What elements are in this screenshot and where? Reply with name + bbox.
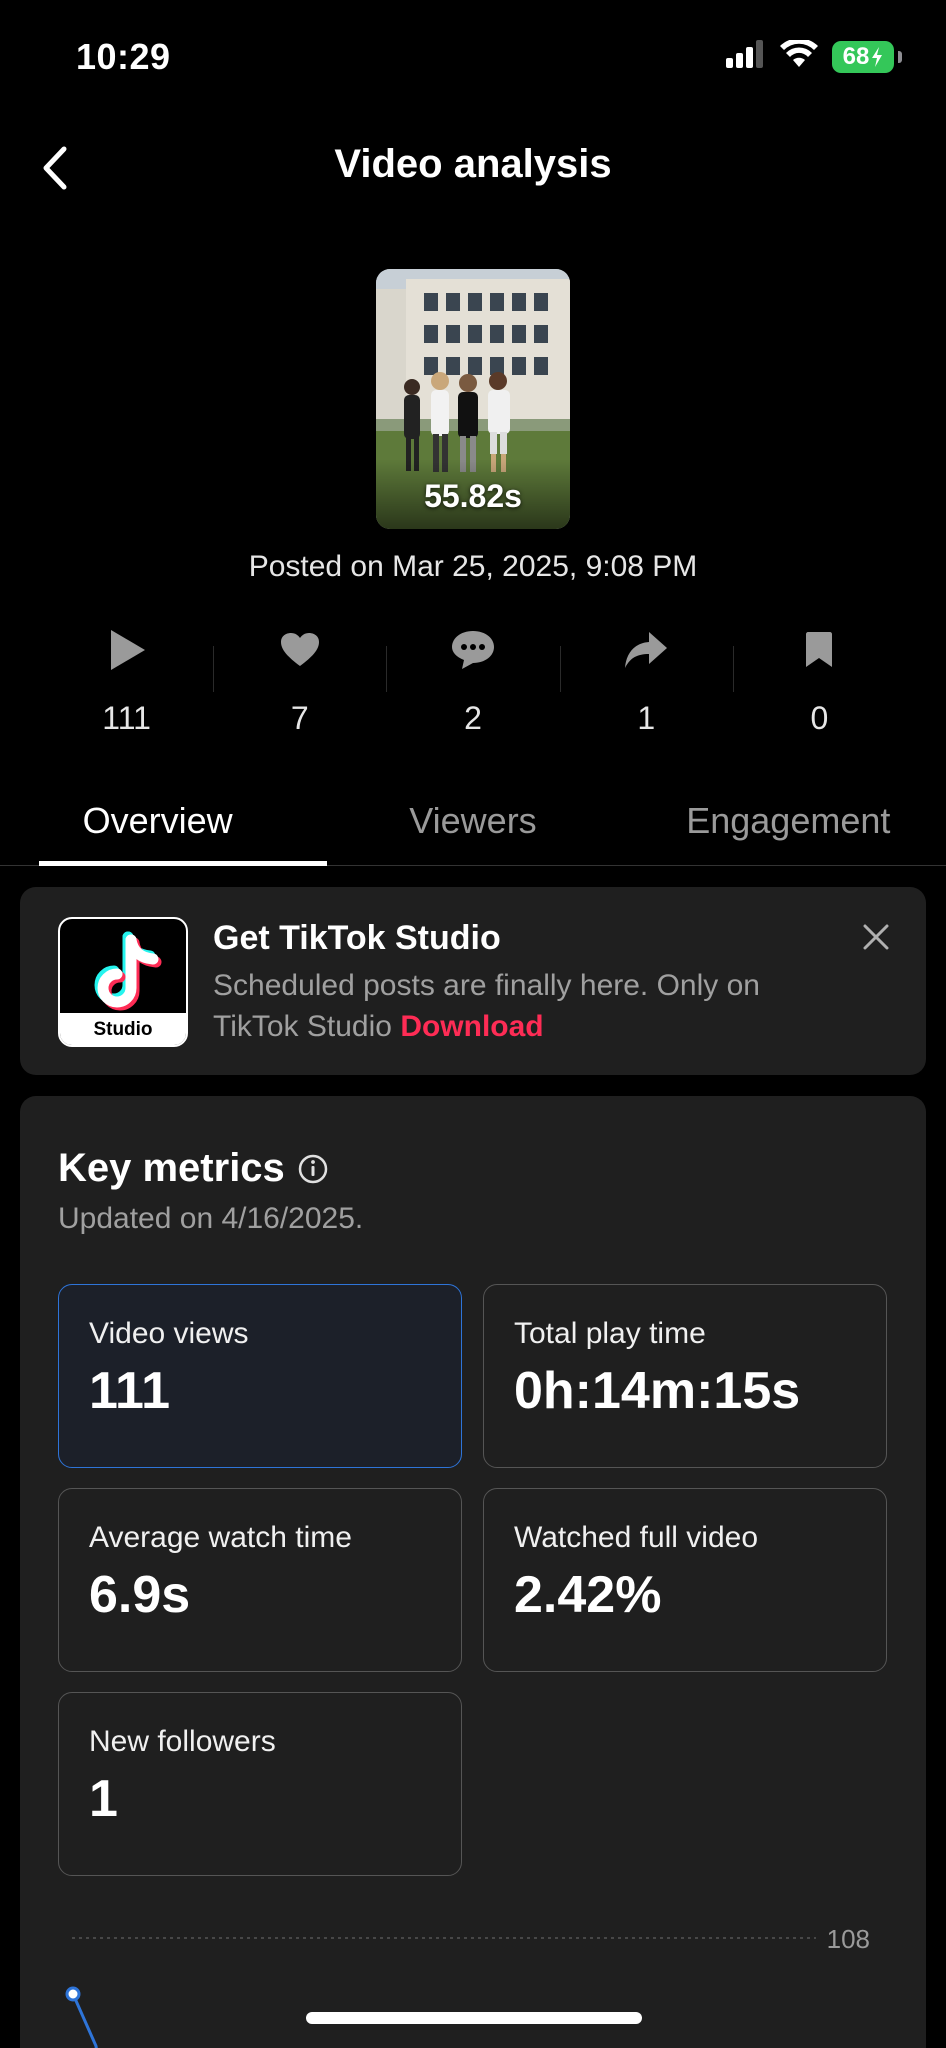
tiktok-studio-logo-label: Studio: [60, 1013, 186, 1045]
stat-views-value: 111: [102, 700, 151, 736]
metric-label: Watched full video: [514, 1521, 759, 1554]
stat-shares: 1: [559, 620, 733, 740]
views-chart: [65, 1937, 816, 2048]
promo-title: Get TikTok Studio: [213, 919, 501, 957]
play-icon: [107, 620, 147, 680]
metric-new-followers[interactable]: New followers 1: [58, 1692, 462, 1876]
engagement-stats: 111 7 2 1 0: [40, 620, 906, 740]
analysis-tabs: Overview Viewers Engagement: [0, 790, 946, 866]
stat-likes-value: 7: [290, 700, 309, 736]
tiktok-note-icon: [94, 931, 162, 1011]
stat-saves-value: 0: [810, 700, 829, 736]
video-thumbnail[interactable]: 55.82s: [376, 269, 570, 529]
close-icon: [863, 924, 889, 950]
wifi-icon: [780, 38, 818, 73]
stat-likes: 7: [213, 620, 386, 740]
heart-icon: [280, 620, 320, 680]
tab-engagement[interactable]: Engagement: [631, 790, 946, 865]
battery-level: 68: [842, 42, 870, 70]
metric-average-watch-time[interactable]: Average watch time 6.9s: [58, 1488, 462, 1672]
tiktok-studio-promo: Studio Get TikTok Studio Scheduled posts…: [20, 887, 926, 1075]
metric-value: 111: [89, 1362, 171, 1420]
stat-shares-value: 1: [637, 700, 656, 736]
share-icon: [623, 620, 669, 680]
tiktok-studio-logo: Studio: [58, 917, 188, 1047]
bookmark-icon: [804, 620, 834, 680]
metric-value: 0h:14m:15s: [514, 1362, 801, 1420]
comment-icon: [450, 620, 496, 680]
video-analysis-screen: 10:29 68 Video analysis 55.82s Posted on…: [0, 0, 946, 2048]
page-title: Video analysis: [334, 142, 612, 186]
metrics-updated-date: Updated on 4/16/2025.: [58, 1202, 364, 1235]
posted-date: Posted on Mar 25, 2025, 9:08 PM: [248, 550, 698, 583]
metric-value: 6.9s: [89, 1566, 191, 1624]
cellular-signal-icon: [726, 40, 766, 73]
key-metrics-heading: Key metrics: [58, 1146, 329, 1191]
promo-text: Scheduled posts are finally here. Only o…: [213, 965, 853, 1047]
chart-line: [71, 1993, 98, 2048]
download-link[interactable]: Download: [400, 1010, 543, 1043]
chart-point: [65, 1986, 81, 2002]
stat-comments: 2: [386, 620, 559, 740]
metric-label: Total play time: [514, 1317, 706, 1350]
stat-comments-value: 2: [464, 700, 482, 736]
key-metrics-title: Key metrics: [58, 1146, 285, 1190]
stat-saves: 0: [732, 620, 906, 740]
metric-label: New followers: [89, 1725, 276, 1758]
status-icons: 68: [726, 38, 902, 73]
battery-indicator: 68: [832, 40, 894, 73]
battery-cap: [898, 50, 902, 63]
key-metrics-card: Key metrics Updated on 4/16/2025. Video …: [20, 1096, 926, 2048]
metric-label: Video views: [89, 1317, 249, 1350]
chart-max-label: 108: [826, 1924, 870, 1954]
stat-views: 111: [40, 620, 213, 740]
video-duration: 55.82s: [424, 478, 522, 514]
charging-bolt-icon: [872, 46, 883, 67]
metric-value: 1: [89, 1770, 118, 1828]
metric-video-views[interactable]: Video views 111: [58, 1284, 462, 1468]
close-promo-button[interactable]: [856, 917, 896, 957]
tab-overview[interactable]: Overview: [0, 790, 328, 866]
home-indicator[interactable]: [306, 2012, 642, 2024]
tab-viewers[interactable]: Viewers: [315, 790, 630, 865]
info-icon[interactable]: [297, 1153, 329, 1185]
metric-total-play-time[interactable]: Total play time 0h:14m:15s: [483, 1284, 887, 1468]
metric-value: 2.42%: [514, 1566, 662, 1624]
status-time: 10:29: [76, 36, 171, 77]
metric-watched-full-video[interactable]: Watched full video 2.42%: [483, 1488, 887, 1672]
metric-label: Average watch time: [89, 1521, 352, 1554]
